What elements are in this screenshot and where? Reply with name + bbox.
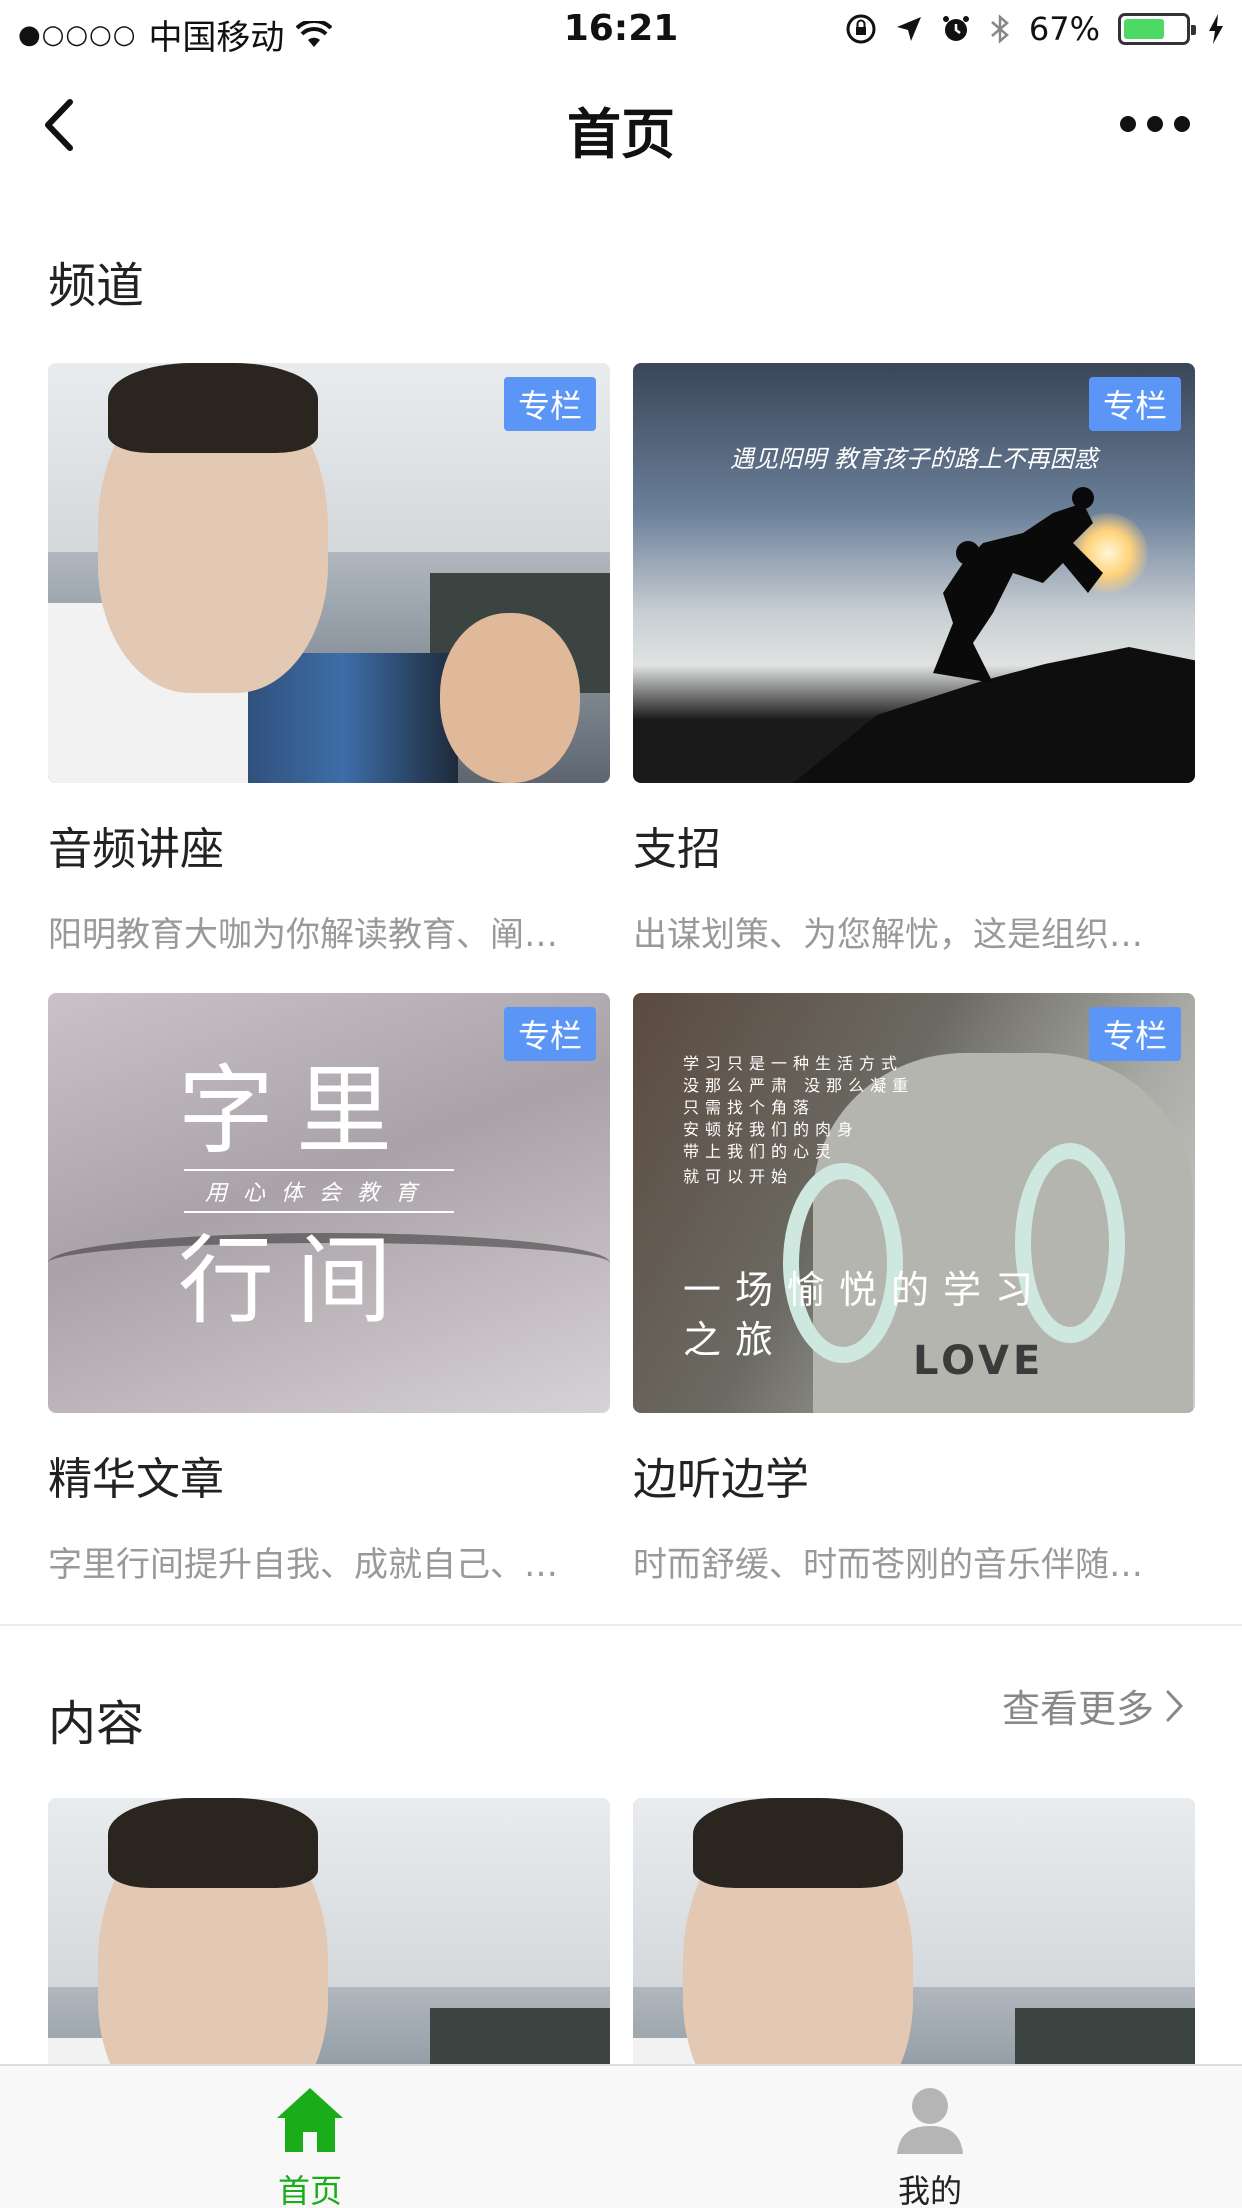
image-poem: 学习只是一种生活方式 没那么严肃 没那么凝重 只需找个角落 安顿好我们的肉身 带… [683,1054,915,1161]
channel-card-advice[interactable]: 遇见阳明 教育孩子的路上不再困惑 专栏 支招 出谋划策、为您解忧，这是组织… [633,363,1195,956]
channel-card-essays[interactable]: 字里 用心体会教育 行间 专栏 精华文章 字里行间提升自我、成就自己、… [48,993,610,1586]
orientation-lock-icon [846,14,876,44]
image-caption: 遇见阳明 教育孩子的路上不再困惑 [730,445,1098,473]
page-title: 首页 [567,103,675,166]
chevron-left-icon [45,99,73,151]
image-tag: 就可以开始 [683,1167,794,1186]
image-text-bottom: 行间 [178,1225,414,1337]
chevron-right-icon [1166,1690,1184,1721]
channel-title: 支招 [633,824,721,875]
channel-thumbnail[interactable]: 遇见阳明 教育孩子的路上不再困惑 专栏 [633,363,1195,783]
location-icon [896,17,921,41]
tab-profile-label: 我的 [897,2172,962,2208]
image-climbers [933,487,1103,683]
status-bar: ●○○○○ 中国移动 16:21 67% [0,0,1242,60]
column-badge: 专栏 [503,377,596,431]
more-dot [1174,116,1190,132]
section-divider [0,1624,1242,1626]
image-text-top: 字里 [178,1055,414,1167]
column-badge: 专栏 [503,1007,596,1061]
image-hair [108,1798,318,1888]
channel-title: 音频讲座 [48,824,224,875]
battery-level [1124,19,1165,39]
channel-title: 精华文章 [48,1454,224,1505]
channel-description: 阳明教育大咖为你解读教育、阐… [48,915,558,955]
column-badge: 专栏 [1088,377,1181,431]
image-shirt-text: LOVE [913,1338,1045,1384]
tab-bar: 首页 我的 [0,2064,1242,2208]
channel-card-listen-learn[interactable]: 学习只是一种生活方式 没那么严肃 没那么凝重 只需找个角落 安顿好我们的肉身 带… [633,993,1195,1586]
tab-home[interactable]: 首页 [160,2066,460,2208]
tab-profile[interactable]: 我的 [780,2066,1080,2208]
home-icon [277,2088,343,2152]
channel-description: 字里行间提升自我、成就自己、… [48,1545,558,1585]
channel-thumbnail[interactable]: 字里 用心体会教育 行间 专栏 [48,993,610,1413]
alarm-icon [942,16,969,41]
channels-section-title: 频道 [48,258,145,314]
channel-thumbnail[interactable]: 专栏 [48,363,610,783]
channel-title: 边听边学 [633,1454,809,1505]
channel-description: 出谋划策、为您解忧，这是组织… [633,915,1143,955]
more-dot [1147,116,1163,132]
nav-bar: 首页 [0,60,1242,190]
image-hair [108,363,318,453]
see-more-label: 查看更多 [1001,1687,1154,1731]
charging-icon [1209,14,1223,44]
more-dot [1120,116,1136,132]
image-hair [693,1798,903,1888]
channel-card-audio-lectures[interactable]: 专栏 音频讲座 阳明教育大咖为你解读教育、阐… [48,363,610,956]
channel-description: 时而舒缓、时而苍刚的音乐伴随… [633,1545,1143,1585]
bluetooth-icon [991,14,1009,44]
status-bar-right: 67% [845,10,1224,48]
battery-icon [1118,13,1196,45]
content-section-title: 内容 [48,1696,145,1752]
tab-home-label: 首页 [277,2172,342,2208]
more-button[interactable] [1120,102,1190,146]
channel-thumbnail[interactable]: 学习只是一种生活方式 没那么严肃 没那么凝重 只需找个角落 安顿好我们的肉身 带… [633,993,1195,1413]
column-badge: 专栏 [1088,1007,1181,1061]
battery-percent: 67% [1028,10,1100,48]
back-button[interactable] [36,90,96,160]
user-icon [897,2088,963,2154]
image-boy [440,613,580,783]
see-more-link[interactable]: 查看更多 [1002,1678,1186,1733]
